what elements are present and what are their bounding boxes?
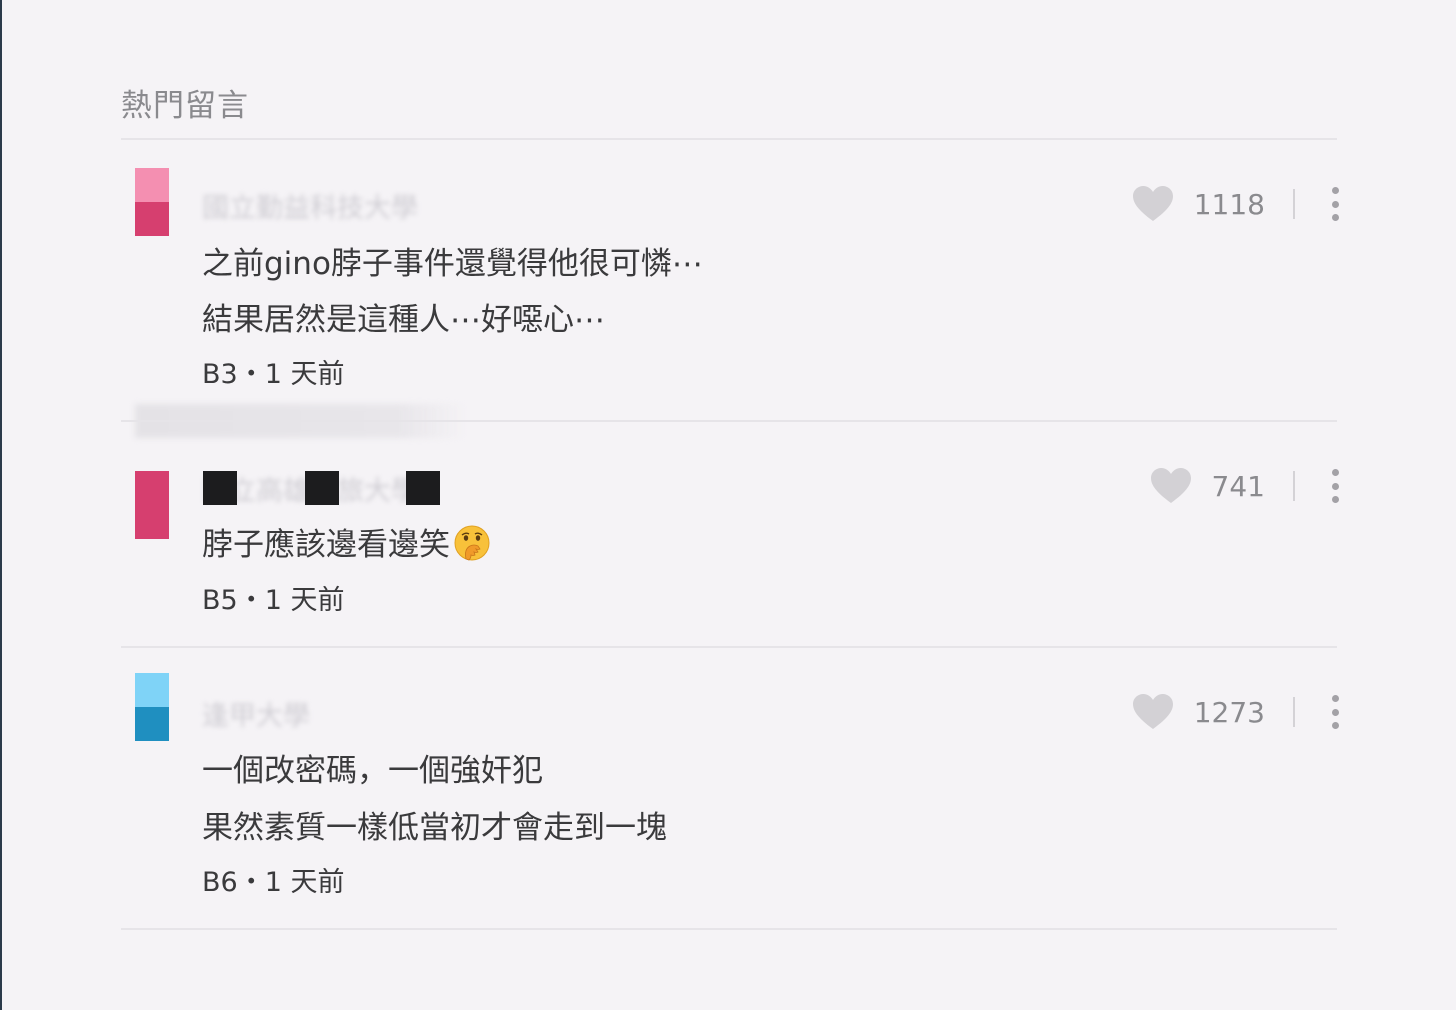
avatar[interactable] [135,673,169,741]
heart-icon[interactable] [1132,185,1174,223]
separator [1293,189,1295,219]
like-count: 1273 [1193,695,1265,729]
comment-text-line: 果然素質一樣低當初才會走到一塊 [202,810,667,846]
avatar-top [135,471,169,505]
comment-divider [121,928,1337,930]
redaction-block [305,471,339,505]
separator [1293,697,1295,727]
face-with-hand-over-mouth-icon [454,525,490,561]
avatar[interactable] [135,168,169,236]
more-vertical-icon[interactable] [1331,187,1339,221]
comment-meta: B5・1 天前 [202,585,345,616]
comment-meta: B3・1 天前 [202,359,345,390]
comment-divider [121,420,1337,422]
author-school[interactable]: 逢甲大學 [202,694,310,733]
comment-text-line: 之前gino脖子事件還覺得他很可憐⋯ [202,246,703,282]
section-divider [121,138,1337,140]
more-vertical-icon[interactable] [1331,695,1339,729]
heart-icon[interactable] [1132,693,1174,731]
like-group: 1118 [1132,184,1339,224]
avatar[interactable] [135,471,169,539]
separator [1293,471,1295,501]
comment-text-line: 一個改密碼，一個強奸犯 [202,753,543,789]
avatar-bottom [135,707,169,741]
avatar-top [135,168,169,202]
window-edge [0,0,2,1010]
comment-text-line: 脖子應該邊看邊笑 [202,519,490,564]
redaction-block [203,471,237,505]
section-title: 熱門留言 [121,88,249,124]
avatar-bottom [135,202,169,236]
comment-divider [121,646,1337,648]
more-vertical-icon[interactable] [1331,469,1339,503]
like-count: 741 [1211,469,1265,503]
comment-text-line: 結果居然是這種人⋯好噁心⋯ [202,302,605,338]
like-group: 1273 [1132,692,1339,732]
avatar-bottom [135,505,169,539]
like-group: 741 [1150,466,1339,506]
like-count: 1118 [1193,187,1265,221]
author-school[interactable]: 國立勤益科技大學 [202,186,418,225]
avatar-top [135,673,169,707]
redaction-block [406,471,440,505]
comment-meta: B6・1 天前 [202,867,345,898]
comment-text: 脖子應該邊看邊笑 [202,527,450,563]
heart-icon[interactable] [1150,467,1192,505]
